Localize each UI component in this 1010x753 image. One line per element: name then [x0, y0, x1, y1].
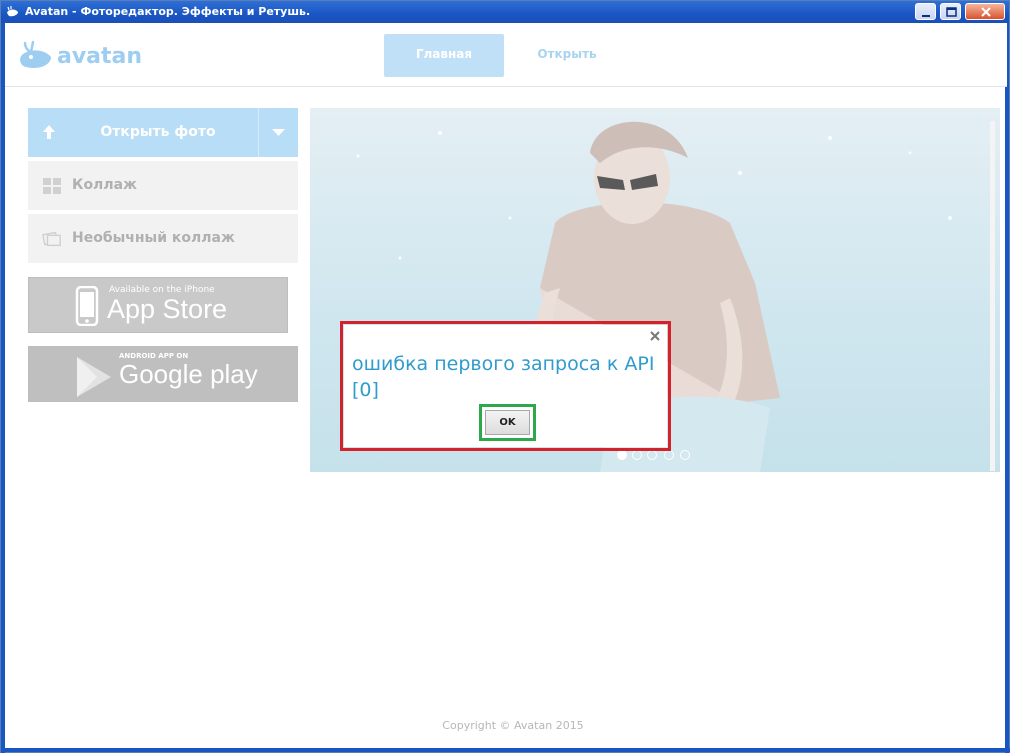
- close-icon: [981, 7, 991, 17]
- avatan-logo[interactable]: avatan: [17, 39, 143, 73]
- open-photo-dropdown[interactable]: [259, 108, 298, 157]
- minimize-icon: [922, 15, 930, 17]
- sidebar-item-collage[interactable]: Коллаж: [28, 161, 298, 210]
- app-store-big-text: App Store: [107, 294, 228, 324]
- open-photo-button[interactable]: Открыть фото: [28, 108, 298, 157]
- maximize-icon: [946, 7, 957, 17]
- tab-home[interactable]: Главная: [384, 34, 504, 77]
- carousel-scrollbar[interactable]: [990, 121, 995, 471]
- arrow-up-icon: [43, 125, 55, 139]
- window-border-left: [1, 23, 5, 753]
- close-button[interactable]: [965, 3, 1005, 20]
- error-code: [0]: [352, 379, 379, 401]
- chevron-down-icon: [272, 129, 285, 136]
- sidebar-item-label: Коллаж: [72, 177, 137, 193]
- error-message: ошибка первого запроса к API [0]: [352, 351, 662, 403]
- close-icon[interactable]: [648, 329, 662, 343]
- carousel-dot[interactable]: [617, 450, 627, 460]
- window-title: Avatan - Фоторедактор. Эффекты и Ретушь.: [25, 5, 311, 18]
- tab-open[interactable]: Открыть: [507, 34, 627, 77]
- whale-logo-icon: [20, 40, 51, 68]
- whale-icon: [7, 6, 18, 17]
- google-play-badge[interactable]: ANDROID APP ON Google play: [28, 346, 298, 402]
- sidebar-item-unusual-collage[interactable]: Необычный коллаж: [28, 214, 298, 263]
- carousel-dot[interactable]: [647, 450, 657, 460]
- error-message-line: ошибка первого запроса к API: [352, 353, 655, 375]
- carousel-dot[interactable]: [664, 450, 674, 460]
- window-border-bottom: [1, 748, 1010, 752]
- grid-icon: [43, 178, 61, 194]
- logo-text: avatan: [57, 44, 143, 69]
- carousel-dot[interactable]: [632, 450, 642, 460]
- footer-copyright: Copyright © Avatan 2015: [442, 719, 584, 732]
- iphone-icon: [75, 286, 99, 326]
- window-border-right: [1005, 23, 1009, 753]
- ok-button[interactable]: OK: [485, 410, 530, 435]
- app-window: Avatan - Фоторедактор. Эффекты и Ретушь.…: [0, 0, 1010, 753]
- photos-icon: [42, 231, 61, 247]
- google-play-big-text: Google play: [119, 359, 258, 389]
- minimize-button[interactable]: [915, 3, 936, 20]
- carousel-dot[interactable]: [680, 450, 690, 460]
- title-bar[interactable]: Avatan - Фоторедактор. Эффекты и Ретушь.: [1, 1, 1009, 23]
- app-store-badge[interactable]: Available on the iPhone App Store: [28, 277, 288, 333]
- play-triangle-icon: [77, 357, 111, 397]
- sidebar-item-label: Необычный коллаж: [72, 230, 235, 246]
- app-header: avatan Главная Открыть: [5, 23, 1007, 87]
- open-photo-label: Открыть фото: [100, 124, 216, 140]
- maximize-button[interactable]: [940, 3, 961, 20]
